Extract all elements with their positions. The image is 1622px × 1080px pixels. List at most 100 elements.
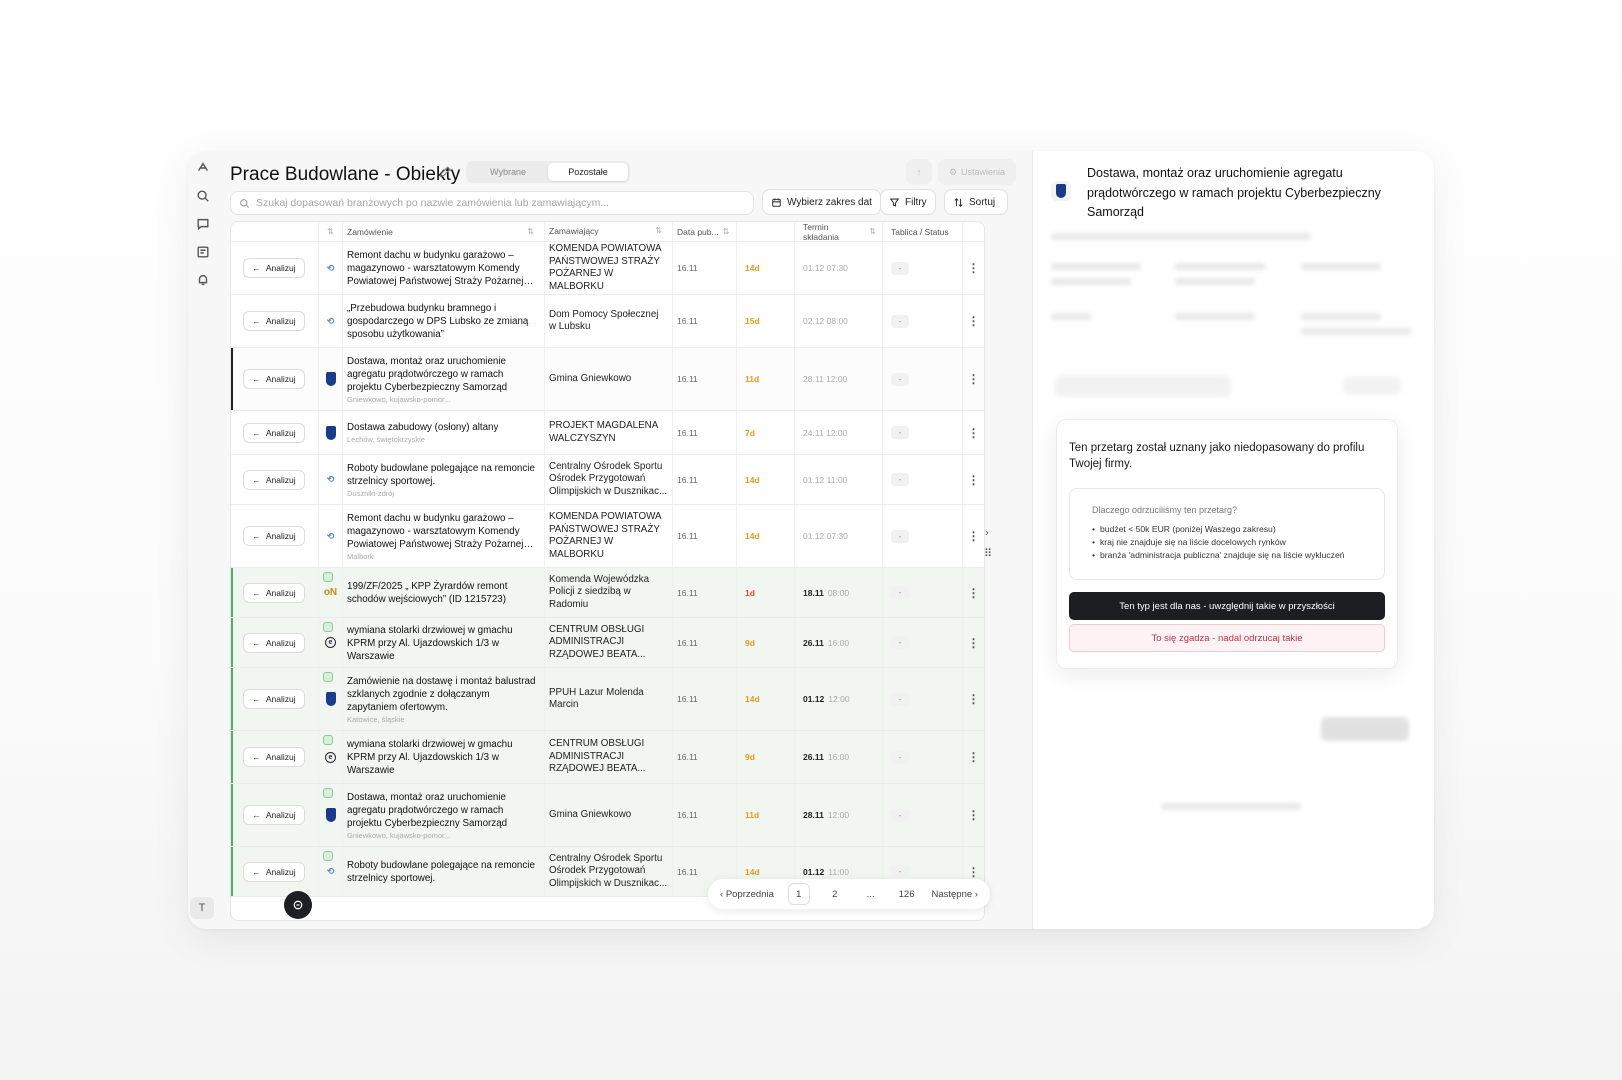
tender-cell[interactable]: Roboty budowlane polegające na remoncie … — [343, 847, 545, 896]
status-badge[interactable]: - — [891, 261, 909, 275]
page-126[interactable]: 126 — [896, 883, 918, 905]
page-2[interactable]: 2 — [824, 883, 846, 905]
user-avatar[interactable]: T — [190, 897, 214, 919]
logo-icon[interactable] — [194, 159, 212, 177]
analyze-button[interactable]: ← Analizuj — [243, 632, 305, 653]
row-menu[interactable]: ⋮ — [963, 348, 984, 410]
tender-cell[interactable]: „Przebudowa budynku bramnego i gospodarc… — [343, 295, 545, 347]
table-row[interactable]: ← Analizuj ⟲ Roboty budowlane polegające … — [231, 455, 984, 505]
analyze-button[interactable]: ← Analizuj — [243, 526, 305, 546]
tender-cell[interactable]: Dostawa, montaż oraz uruchomienie agrega… — [343, 348, 545, 410]
table-row[interactable]: ← Analizuj Dostawa, montaż oraz uruchomie… — [231, 784, 984, 847]
row-menu[interactable]: ⋮ — [963, 784, 984, 846]
status-badge[interactable]: - — [891, 692, 909, 706]
settings-button[interactable]: ⚙ Ustawienia — [938, 159, 1016, 185]
table-row[interactable]: ← Analizuj oN 199/ZF/2025 „ KPP Żyrardów … — [231, 568, 984, 618]
table-row[interactable]: ← Analizuj Dostawa, montaż oraz uruchomie… — [231, 348, 984, 411]
status-badge[interactable]: - — [891, 426, 909, 439]
tender-cell[interactable]: wymiana stolarki drzwiowej w gmachu KPRM… — [343, 731, 545, 783]
status-badge[interactable]: - — [891, 808, 909, 822]
tab-pozostale[interactable]: Pozostałe — [548, 163, 628, 181]
col-logo-sort[interactable]: ⇅ — [319, 222, 343, 241]
arrow-left-icon: ← — [252, 474, 261, 485]
analyze-button[interactable]: ← Analizuj — [243, 805, 305, 825]
analyze-button[interactable]: ← Analizuj — [243, 861, 305, 882]
status-badge[interactable]: - — [891, 586, 909, 599]
days-left: 9d — [745, 637, 755, 648]
row-menu[interactable]: ⋮ — [963, 505, 984, 567]
tender-cell[interactable]: 199/ZF/2025 „ KPP Żyrardów remont schodó… — [343, 568, 545, 617]
col-termin[interactable]: Termin składania ⇅ — [795, 222, 883, 241]
tender-cell[interactable]: wymiana stolarki drzwiowej w gmachu KPRM… — [343, 618, 545, 667]
prev-page-button[interactable]: ‹ Poprzednia — [720, 889, 774, 900]
logo-cell: ⟲ — [319, 295, 343, 347]
tender-cell[interactable]: Remont dachu w budynku garażowo – magazy… — [343, 505, 545, 567]
tender-cell[interactable]: Zamówienie na dostawę i montaż balustrad… — [343, 668, 545, 730]
page-1[interactable]: 1 — [787, 883, 810, 905]
sort-button[interactable]: Sortuj — [944, 189, 1008, 215]
deadline: 28.11 12:00 — [803, 374, 848, 384]
col-data-pub[interactable]: Data pub... ⇅ — [673, 222, 737, 241]
row-menu[interactable]: ⋮ — [963, 411, 984, 454]
analyze-button[interactable]: ← Analizuj — [243, 582, 305, 603]
search-icon[interactable] — [194, 187, 212, 205]
bell-icon[interactable] — [194, 271, 212, 289]
filters-button[interactable]: Filtry — [880, 189, 936, 215]
action-cell: ← Analizuj — [231, 295, 319, 347]
status-badge[interactable]: - — [891, 314, 909, 328]
status-badge[interactable]: - — [891, 865, 909, 878]
analyze-button[interactable]: ← Analizuj — [243, 311, 305, 331]
status-badge[interactable]: - — [891, 529, 909, 543]
collapse-panel-icon[interactable]: › — [985, 527, 989, 539]
tender-cell[interactable]: Dostawa, montaż oraz uruchomienie agrega… — [343, 784, 545, 846]
row-menu[interactable]: ⋮ — [963, 568, 984, 617]
export-button[interactable]: ↑ — [906, 159, 932, 185]
col-zamawiajacy[interactable]: Zamawiający ⇅ — [545, 222, 673, 241]
row-menu[interactable]: ⋮ — [963, 668, 984, 730]
deadline: 24.11 12:00 — [803, 427, 848, 438]
table-row[interactable]: ← Analizuj ⟲ Remont dachu w budynku garaż… — [231, 242, 984, 295]
table-row[interactable]: ← Analizuj e wymiana stolarki drzwiowej w… — [231, 731, 984, 784]
table-row[interactable]: ← Analizuj e wymiana stolarki drzwiowej w… — [231, 618, 984, 668]
tender-cell[interactable]: Dostawa zabudowy (osłony) altany Lechów,… — [343, 411, 545, 454]
row-menu[interactable]: ⋮ — [963, 731, 984, 783]
drag-handle-icon[interactable]: ⠿ — [984, 547, 992, 560]
table-row[interactable]: ← Analizuj ⟲ „Przebudowa budynku bramnego… — [231, 295, 984, 348]
row-menu[interactable]: ⋮ — [963, 295, 984, 347]
row-menu[interactable]: ⋮ — [963, 455, 984, 504]
chat-fab[interactable] — [284, 891, 312, 919]
days-left: 14d — [745, 531, 760, 541]
date-range-button[interactable]: Wybierz zakres dat — [762, 189, 881, 215]
keep-rejecting-button[interactable]: To się zgadza - nadal odrzucaj takie — [1069, 624, 1385, 652]
analyze-button[interactable]: ← Analizuj — [243, 469, 305, 490]
table-row[interactable]: ← Analizuj Dostawa zabudowy (osłony) alta… — [231, 411, 984, 455]
analyze-button[interactable]: ← Analizuj — [243, 747, 305, 767]
tender-cell[interactable]: Remont dachu w budynku garażowo – magazy… — [343, 242, 545, 294]
status-badge[interactable]: - — [891, 636, 909, 649]
status-badge[interactable]: - — [891, 750, 909, 764]
chat-icon[interactable] — [194, 215, 212, 233]
analyze-button[interactable]: ← Analizuj — [243, 422, 305, 443]
pencil-icon[interactable] — [438, 165, 452, 179]
search-input[interactable] — [256, 197, 736, 209]
board-icon[interactable] — [194, 243, 212, 261]
analyze-button[interactable]: ← Analizuj — [243, 689, 305, 709]
arrow-left-icon: ← — [252, 427, 261, 438]
deadline-date: 26.11 — [803, 637, 824, 648]
col-zamowienie[interactable]: Zamówienie ⇅ — [343, 222, 545, 241]
tab-wybrane[interactable]: Wybrane — [468, 163, 548, 181]
table-row[interactable]: ← Analizuj ⟲ Remont dachu w budynku garaż… — [231, 505, 984, 568]
row-menu[interactable]: ⋮ — [963, 242, 984, 294]
tender-cell[interactable]: Roboty budowlane polegające na remoncie … — [343, 455, 545, 504]
table-row[interactable]: ← Analizuj Zamówienie na dostawę i montaż… — [231, 668, 984, 731]
analyze-button[interactable]: ← Analizuj — [243, 258, 305, 278]
accept-type-button[interactable]: Ten typ jest dla nas - uwzględnij takie … — [1069, 592, 1385, 620]
status-badge[interactable]: - — [891, 372, 909, 386]
next-page-button[interactable]: Następne › — [931, 889, 977, 900]
analyze-button[interactable]: ← Analizuj — [243, 369, 305, 389]
action-cell: ← Analizuj — [231, 847, 319, 896]
status-badge[interactable]: - — [891, 473, 909, 486]
row-menu[interactable]: ⋮ — [963, 618, 984, 667]
arrow-left-icon: ← — [252, 316, 261, 326]
logo-cell — [319, 411, 343, 454]
